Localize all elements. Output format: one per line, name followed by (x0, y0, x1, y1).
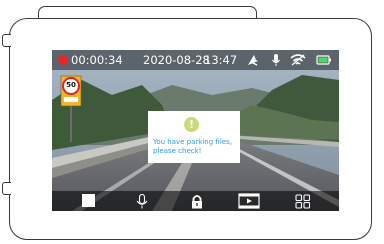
side-button-top[interactable] (2, 34, 11, 47)
warning-icon: ! (184, 117, 199, 132)
side-button-bottom[interactable] (2, 182, 11, 195)
playback-button[interactable] (238, 193, 260, 209)
date-display: 2020-08-28 (143, 53, 210, 67)
bottom-toolbar (52, 191, 339, 211)
parking-mode-icon (248, 55, 258, 66)
wifi-icon (290, 54, 306, 66)
clock-display: 13:47 (204, 53, 238, 67)
stop-record-button[interactable] (82, 194, 95, 207)
status-bar: 00:00:34 2020-08-28 13:47 (52, 50, 339, 70)
menu-grid-button[interactable] (295, 194, 311, 209)
parking-files-dialog[interactable]: ! You have parking files, please check! (148, 111, 240, 163)
camera-screen: 50 00:00:34 2020-08-28 13:47 ! You have (52, 50, 339, 211)
battery-icon (316, 55, 331, 65)
microphone-icon (272, 54, 280, 66)
dialog-message: You have parking files, please check! (153, 138, 232, 155)
microphone-button[interactable] (136, 194, 148, 209)
record-dot-icon (58, 55, 68, 65)
lock-button[interactable] (190, 194, 204, 209)
recording-time: 00:00:34 (71, 53, 123, 67)
speed-sign-value: 50 (66, 81, 76, 89)
